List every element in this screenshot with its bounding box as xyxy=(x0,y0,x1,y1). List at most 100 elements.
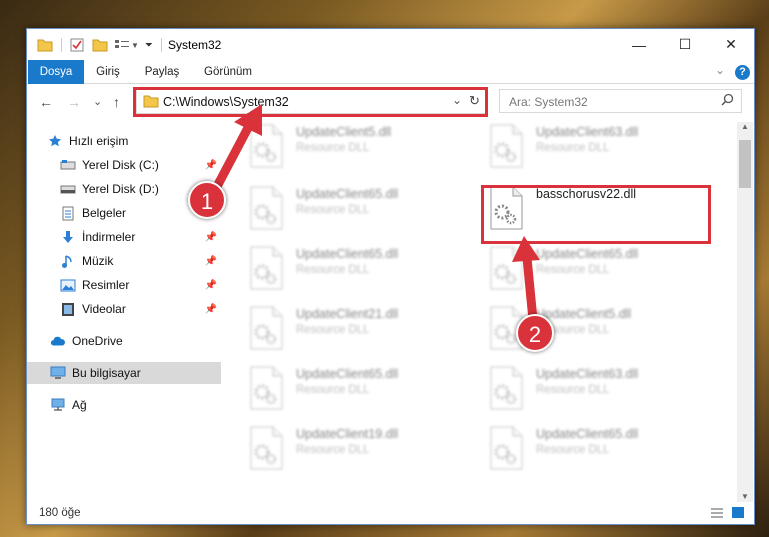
sidebar-item-this-pc[interactable]: Bu bilgisayar xyxy=(27,362,221,384)
dll-file-icon xyxy=(250,124,283,168)
file-name: UpdateClient65.dll xyxy=(296,367,399,381)
scrollbar-thumb[interactable] xyxy=(739,140,751,188)
dll-file-icon xyxy=(250,246,283,290)
scroll-up-icon[interactable]: ▲ xyxy=(741,122,749,131)
drive-icon xyxy=(60,157,76,173)
properties-icon[interactable] xyxy=(70,38,84,52)
file-item[interactable]: UpdateClient63.dll Resource DLL xyxy=(489,122,715,174)
computer-icon xyxy=(50,365,66,381)
file-item[interactable]: UpdateClient63.dll Resource DLL xyxy=(489,364,715,416)
sidebar-item-onedrive[interactable]: OneDrive xyxy=(27,330,221,352)
file-type: Resource DLL xyxy=(296,204,370,216)
sidebar-item-label: Videolar xyxy=(82,302,126,316)
tab-dosya[interactable]: Dosya xyxy=(28,60,84,84)
scroll-down-icon[interactable]: ▼ xyxy=(741,492,749,501)
dll-file-icon xyxy=(490,124,523,168)
new-folder-icon[interactable] xyxy=(92,38,108,52)
file-item[interactable]: UpdateClient65.dll Resource DLL xyxy=(249,364,475,416)
window-title: System32 xyxy=(168,38,222,52)
tab-giris[interactable]: Giriş xyxy=(87,60,129,84)
pin-icon[interactable]: 📌 xyxy=(205,232,217,243)
maximize-button[interactable]: ☐ xyxy=(662,29,708,60)
pin-icon[interactable]: 📌 xyxy=(205,280,217,291)
file-name: UpdateClient65.dll xyxy=(536,427,639,441)
sidebar-item-quick-access[interactable]: Hızlı erişim xyxy=(27,130,221,152)
search-box[interactable]: Ara: System32 xyxy=(499,89,742,113)
sidebar-item-label: Yerel Disk (D:) xyxy=(82,182,159,196)
file-type: Resource DLL xyxy=(296,264,370,276)
sidebar-item-videos[interactable]: Videolar 📌 xyxy=(27,298,221,320)
file-name: UpdateClient21.dll xyxy=(296,307,399,321)
large-icons-view-icon[interactable] xyxy=(731,506,745,519)
address-highlight xyxy=(133,87,488,117)
help-icon[interactable]: ? xyxy=(735,65,750,80)
item-count: 180 öğe xyxy=(39,507,81,519)
file-name: UpdateClient65.dll xyxy=(296,247,399,261)
step-1-badge: 1 xyxy=(188,181,226,219)
details-view-icon[interactable] xyxy=(710,507,724,519)
video-icon xyxy=(60,301,76,317)
customize-toolbar-icon[interactable]: ▼ xyxy=(131,41,139,50)
forward-arrow-icon[interactable]: → xyxy=(67,94,81,110)
navigation-pane: Hızlı erişim Yerel Disk (C:) 📌 Yerel Dis… xyxy=(27,122,221,502)
document-icon xyxy=(60,205,76,221)
tab-paylas[interactable]: Paylaş xyxy=(139,60,185,84)
file-name: UpdateClient65.dll xyxy=(536,247,639,261)
toolbar-dropdown-icon[interactable]: ⏷ xyxy=(145,40,153,51)
file-item[interactable]: UpdateClient65.dll Resource DLL xyxy=(489,424,715,476)
folder-icon[interactable] xyxy=(37,38,53,52)
file-item[interactable]: UpdateClient21.dll Resource DLL xyxy=(249,304,475,356)
file-type: Resource DLL xyxy=(296,324,370,336)
star-icon xyxy=(47,133,63,149)
view-options-icon[interactable] xyxy=(114,38,130,52)
minimize-button[interactable]: — xyxy=(616,29,662,60)
sidebar-item-label: OneDrive xyxy=(72,334,123,348)
file-name: UpdateClient63.dll xyxy=(536,367,639,381)
file-type: Resource DLL xyxy=(296,444,370,456)
file-item[interactable]: UpdateClient65.dll Resource DLL xyxy=(249,244,475,296)
dll-file-icon xyxy=(250,306,283,350)
dll-file-icon xyxy=(250,426,283,470)
file-type: Resource DLL xyxy=(536,264,610,276)
sidebar-item-label: Belgeler xyxy=(82,206,127,220)
up-arrow-icon[interactable]: ↑ xyxy=(113,94,120,110)
file-item[interactable]: UpdateClient65.dll Resource DLL xyxy=(489,244,715,296)
file-name: UpdateClient63.dll xyxy=(536,125,639,139)
sidebar-item-network[interactable]: Ağ xyxy=(27,394,221,416)
cloud-icon xyxy=(50,333,66,349)
pin-icon[interactable]: 📌 xyxy=(205,160,217,171)
dll-file-icon xyxy=(490,426,523,470)
file-item[interactable]: UpdateClient5.dll Resource DLL xyxy=(249,122,475,174)
step-2-badge: 2 xyxy=(516,314,554,352)
quick-access-toolbar: ▼ ⏷ xyxy=(37,36,162,54)
sidebar-item-local-disk-c[interactable]: Yerel Disk (C:) 📌 xyxy=(27,154,221,176)
pin-icon[interactable]: 📌 xyxy=(205,304,217,315)
pin-icon[interactable]: 📌 xyxy=(205,256,217,267)
recent-locations-icon[interactable]: ⌄ xyxy=(93,95,102,108)
file-highlight xyxy=(481,185,711,244)
file-name: UpdateClient5.dll xyxy=(536,307,632,321)
sidebar-item-label: Bu bilgisayar xyxy=(72,366,141,380)
file-item[interactable]: UpdateClient65.dll Resource DLL xyxy=(249,184,475,236)
vertical-scrollbar[interactable]: ▲ ▼ xyxy=(737,122,753,502)
sidebar-item-downloads[interactable]: İndirmeler 📌 xyxy=(27,226,221,248)
tab-gorunum[interactable]: Görünüm xyxy=(197,60,259,84)
file-name: UpdateClient65.dll xyxy=(296,187,399,201)
expand-ribbon-icon[interactable]: ⌄ xyxy=(715,63,725,77)
file-type: Resource DLL xyxy=(536,384,610,396)
dll-file-icon xyxy=(250,186,283,230)
status-bar: 180 öğe xyxy=(27,502,754,524)
file-item[interactable]: UpdateClient19.dll Resource DLL xyxy=(249,424,475,476)
search-placeholder: Ara: System32 xyxy=(509,95,588,109)
ribbon-tabs: Dosya Giriş Paylaş Görünüm ⌄ ? xyxy=(27,60,754,84)
file-list: UpdateClient5.dll Resource DLL UpdateClien… xyxy=(249,122,736,498)
sidebar-item-music[interactable]: Müzik 📌 xyxy=(27,250,221,272)
back-arrow-icon[interactable]: ← xyxy=(39,94,53,110)
search-icon[interactable] xyxy=(721,93,734,106)
close-button[interactable]: ✕ xyxy=(708,29,754,60)
sidebar-item-pictures[interactable]: Resimler 📌 xyxy=(27,274,221,296)
sidebar-item-label: Ağ xyxy=(72,398,87,412)
file-type: Resource DLL xyxy=(536,142,610,154)
file-name: UpdateClient5.dll xyxy=(296,125,392,139)
sidebar-item-label: İndirmeler xyxy=(82,230,136,244)
